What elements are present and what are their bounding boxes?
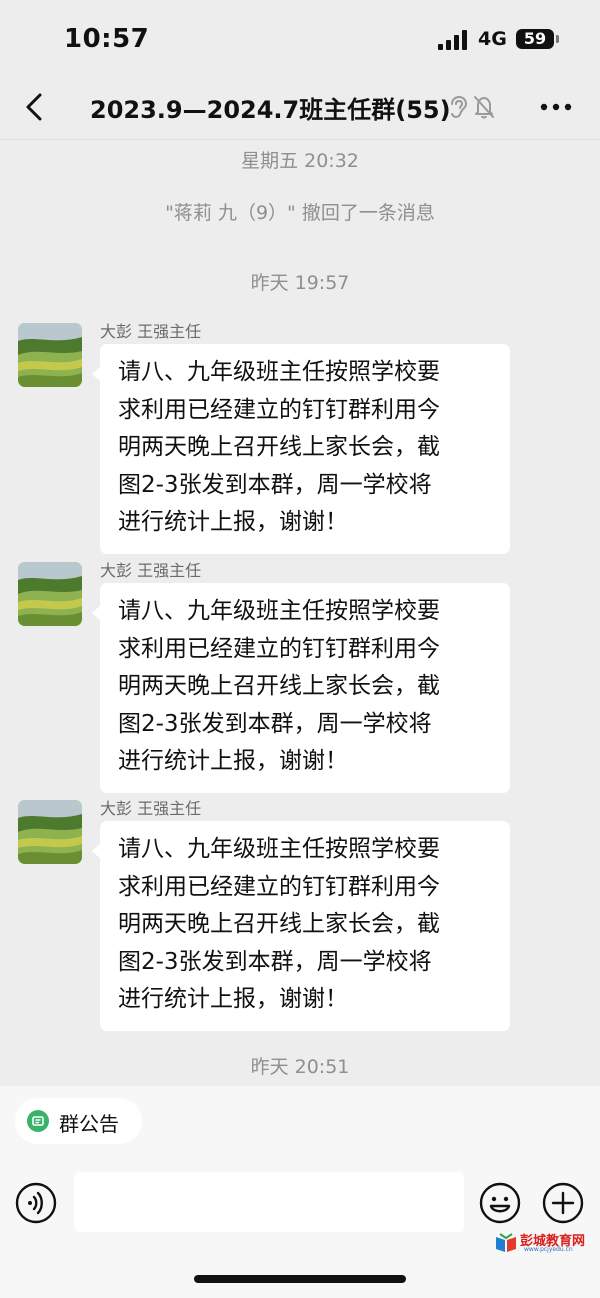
message-line: 进行统计上报，谢谢！ [118,509,348,535]
message-line: 明两天晚上召开线上家长会，截 [118,673,440,699]
voice-icon[interactable] [15,1182,57,1224]
watermark-logo-icon [496,1233,516,1252]
signal-icon [438,30,468,50]
system-timestamp: 昨天 19:57 [250,272,350,294]
message-line: 进行统计上报，谢谢！ [118,986,348,1012]
message-bubble[interactable]: 请八、九年级班主任按照学校要 求利用已经建立的钉钉群利用今 明两天晚上召开线上家… [92,583,510,793]
watermark: 彭城教育网 www.pcjyedu.cn [494,1230,596,1256]
message-line: 图2-3张发到本群，周一学校将 [118,948,432,975]
home-indicator [194,1275,406,1283]
watermark-url: www.pcjyedu.cn [524,1246,573,1253]
battery-icon: 59 [516,29,554,49]
battery-cap [556,35,559,43]
avatar[interactable] [18,323,82,387]
message-bubble[interactable]: 请八、九年级班主任按照学校要 求利用已经建立的钉钉群利用今 明两天晚上召开线上家… [92,344,510,554]
system-timestamp: 星期五 20:32 [241,150,359,172]
status-time: 10:57 [64,24,150,54]
message-line: 明两天晚上召开线上家长会，截 [118,434,440,460]
group-notice-label: 群公告 [59,1112,119,1136]
message-line: 求利用已经建立的钉钉群利用今 [118,635,440,662]
avatar[interactable] [18,800,82,864]
message-line: 请八、九年级班主任按照学校要 [118,598,440,624]
message-line: 求利用已经建立的钉钉群利用今 [118,873,440,900]
sender-name: 大彭 王强主任 [100,561,202,580]
back-chevron-icon[interactable] [22,92,50,122]
sender-name: 大彭 王强主任 [100,322,202,341]
message-line: 请八、九年级班主任按照学校要 [118,836,440,862]
chat-title: 2023.9—2024.7班主任群(55) [90,96,451,124]
nav-bar: 2023.9—2024.7班主任群(55) [0,78,600,140]
notice-icon [27,1110,49,1132]
status-bar: 10:57 4G 59 [0,0,600,78]
network-type: 4G [478,28,507,50]
message-line: 进行统计上报，谢谢！ [118,748,348,774]
sender-name: 大彭 王强主任 [100,799,202,818]
message-line: 图2-3张发到本群，周一学校将 [118,471,432,498]
message-bubble[interactable]: 请八、九年级班主任按照学校要 求利用已经建立的钉钉群利用今 明两天晚上召开线上家… [92,821,510,1031]
avatar[interactable] [18,562,82,626]
message-line: 图2-3张发到本群，周一学校将 [118,710,432,737]
group-notice-button[interactable]: 群公告 [15,1098,142,1144]
message-line: 求利用已经建立的钉钉群利用今 [118,396,440,423]
input-area: 群公告 彭城教育网 www.pcjyedu.cn [0,1086,600,1298]
mute-bell-icon [474,96,494,119]
message-line: 明两天晚上召开线上家长会，截 [118,911,440,937]
message-input[interactable] [74,1172,464,1232]
plus-icon[interactable] [542,1182,584,1224]
earpiece-mode-icon [451,95,468,119]
message-line: 请八、九年级班主任按照学校要 [118,359,440,385]
system-timestamp: 昨天 20:51 [250,1056,350,1078]
system-recall-notice: "蒋莉 九（9）" 撤回了一条消息 [165,202,435,224]
emoji-icon[interactable] [479,1182,521,1224]
more-dots-icon[interactable] [540,103,572,111]
